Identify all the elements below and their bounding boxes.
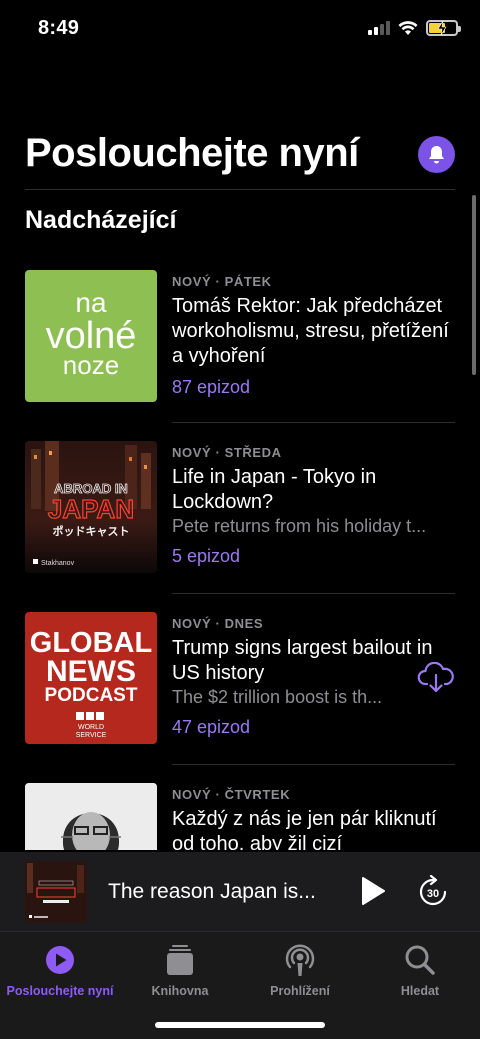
podcast-artwork[interactable]: na volné noze	[25, 270, 157, 402]
episode-description: Pete returns from his holiday t...	[172, 516, 427, 536]
tab-label: Hledat	[400, 984, 440, 998]
status-bar: 8:49	[0, 0, 480, 60]
cloud-download-icon	[417, 661, 454, 693]
now-playing-title[interactable]: The reason Japan is...	[108, 880, 316, 904]
episode-count[interactable]: 5 epizod	[172, 546, 457, 567]
episode-count[interactable]: 87 epizod	[172, 377, 457, 398]
artwork-text: PODCAST	[45, 685, 138, 706]
episode-meta: NOVÝ · DNES	[172, 616, 264, 631]
tab-browse[interactable]: Prohlížení	[240, 942, 360, 998]
podcast-artwork[interactable]	[25, 783, 157, 850]
cellular-signal-icon	[368, 21, 390, 35]
tab-listen-now[interactable]: Poslouchejte nyní	[0, 942, 120, 998]
tab-label: Knihovna	[151, 984, 209, 998]
episode-meta: NOVÝ · ČTVRTEK	[172, 787, 291, 802]
item-divider	[172, 764, 455, 765]
wifi-icon	[398, 20, 418, 35]
list-item[interactable]: na volné noze NOVÝ · PÁTEK Tomáš Rektor:…	[0, 270, 480, 442]
mini-player[interactable]: The reason Japan is... 30	[0, 852, 480, 932]
episode-title: Life in Japan - Tokyo in Lockdown?	[172, 466, 377, 513]
podcast-artwork[interactable]: GLOBAL NEWS PODCAST WORLD SERVICE	[25, 612, 157, 744]
play-icon	[362, 877, 385, 905]
artwork-text: noze	[63, 350, 119, 380]
podcast-artwork[interactable]: ABROAD IN JAPAN ポッドキャスト Stakhanov	[25, 441, 157, 573]
status-time: 8:49	[38, 17, 80, 39]
search-icon	[405, 945, 435, 975]
battery-icon	[426, 20, 461, 36]
list-item[interactable]: ABROAD IN JAPAN ポッドキャスト Stakhanov NOVÝ ·…	[0, 441, 480, 613]
now-playing-artwork[interactable]	[25, 861, 87, 923]
episode-title: Trump signs largest bailout in US histor…	[172, 637, 433, 684]
play-button[interactable]	[360, 876, 386, 911]
title-divider	[25, 189, 455, 190]
bell-icon	[429, 145, 444, 163]
artwork-text: Stakhanov	[41, 560, 75, 567]
artwork-text: SERVICE	[76, 732, 107, 739]
episode-title: Každý z nás je jen pár kliknutí od toho,…	[172, 808, 437, 850]
upcoming-list: na volné noze NOVÝ · PÁTEK Tomáš Rektor:…	[0, 270, 480, 850]
home-indicator[interactable]	[155, 1022, 325, 1028]
skip-forward-30-icon: 30	[419, 874, 447, 906]
tab-library[interactable]: Knihovna	[120, 942, 240, 998]
artwork-text: na	[75, 287, 107, 318]
notifications-button[interactable]	[418, 136, 455, 173]
episode-meta: NOVÝ · STŘEDA	[172, 445, 282, 460]
page-title: Poslouchejte nyní	[25, 131, 359, 175]
library-icon	[167, 945, 193, 975]
svg-text:30: 30	[427, 888, 439, 900]
tab-label: Prohlížení	[270, 984, 330, 998]
artwork-text: JAPAN	[48, 494, 134, 524]
tab-label: Poslouchejte nyní	[6, 984, 114, 998]
list-item[interactable]: GLOBAL NEWS PODCAST WORLD SERVICE NOVÝ ·…	[0, 612, 480, 784]
item-divider	[172, 593, 455, 594]
episode-title: Tomáš Rektor: Jak předcházet workoholism…	[172, 295, 449, 367]
section-title: Nadcházející	[25, 206, 177, 234]
podcast-icon	[285, 944, 315, 976]
download-button[interactable]	[417, 661, 455, 699]
episode-count[interactable]: 47 epizod	[172, 717, 457, 738]
artwork-text: NEWS	[46, 655, 136, 688]
play-circle-icon	[46, 946, 74, 974]
artwork-text: WORLD	[78, 724, 104, 731]
item-divider	[172, 422, 455, 423]
status-icons	[368, 20, 461, 36]
episode-meta: NOVÝ · PÁTEK	[172, 274, 272, 289]
artwork-text: ポッドキャスト	[53, 524, 130, 538]
skip-forward-30-button[interactable]: 30	[417, 874, 449, 914]
tab-search[interactable]: Hledat	[360, 942, 480, 998]
list-item[interactable]: NOVÝ · ČTVRTEK Každý z nás je jen pár kl…	[0, 783, 480, 850]
episode-description: The $2 trillion boost is th...	[172, 687, 383, 707]
